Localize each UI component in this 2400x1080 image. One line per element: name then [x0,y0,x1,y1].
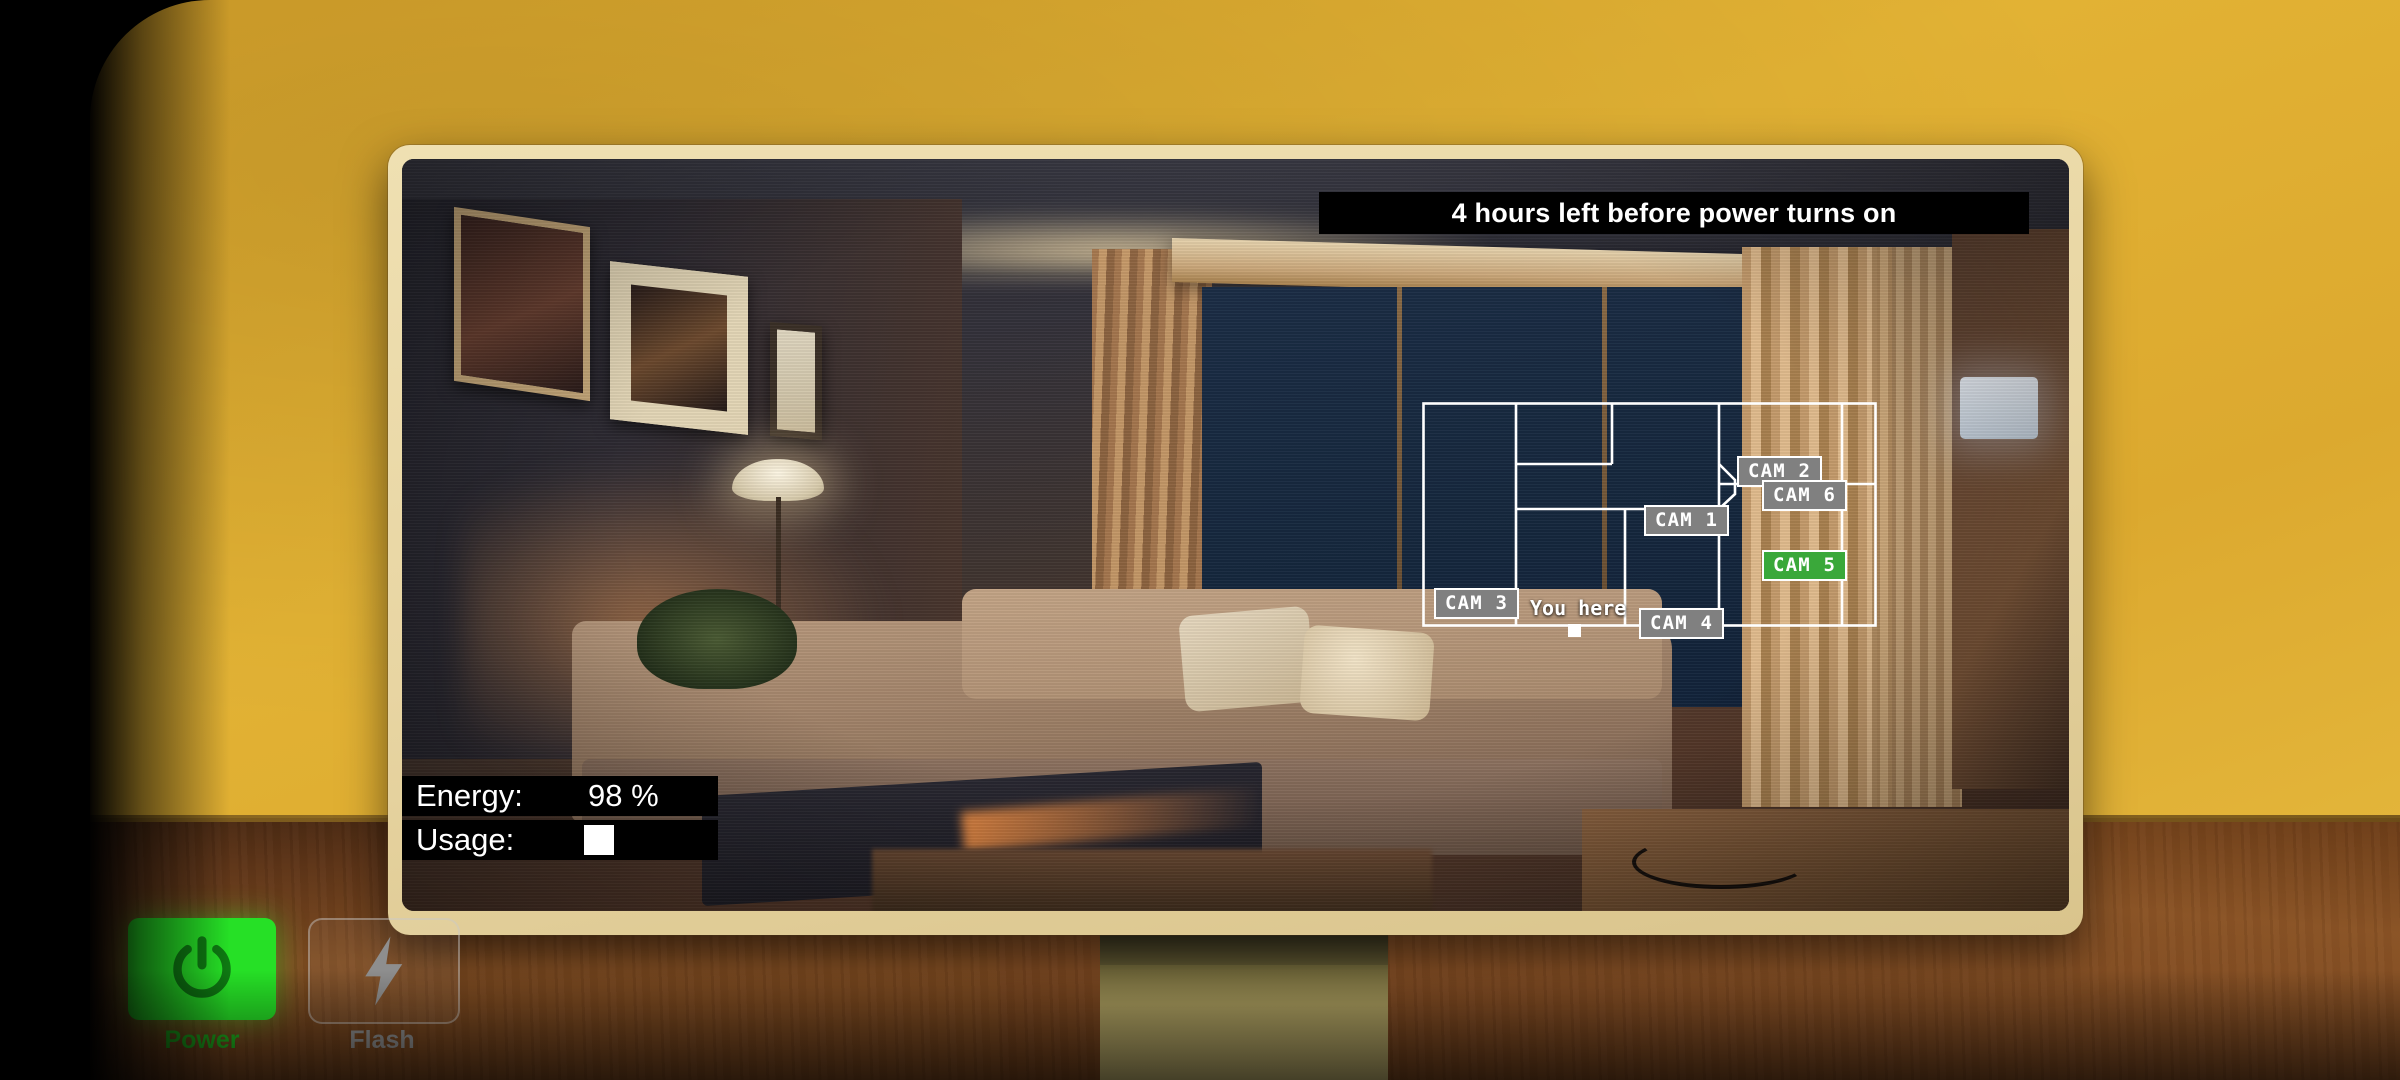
countdown-banner: 4 hours left before power turns on [1319,192,2029,234]
curtain-right-inner [1872,247,1962,807]
bottom-vignette [0,970,2400,1080]
usage-row: Usage: [402,820,718,860]
camera-label-cam-5[interactable]: CAM 5 [1762,550,1848,581]
scene-root: 4 hours left before power turns on Energ… [0,0,2400,1080]
wall-sconce [1960,377,2038,439]
area-rug [872,849,1432,911]
monitor-bezel: 4 hours left before power turns on Energ… [388,145,2083,935]
camera-label-cam-6[interactable]: CAM 6 [1762,480,1848,511]
camera-label-cam-1[interactable]: CAM 1 [1644,505,1730,536]
potted-plant [637,589,797,689]
energy-label: Energy: [416,778,523,813]
energy-value: 98 % [588,778,659,813]
monitor-screen[interactable]: 4 hours left before power turns on Energ… [402,159,2069,911]
energy-hud: Energy: 98 % Usage: [402,776,718,860]
monitor-stand-shadow [1100,935,1388,965]
usage-label: Usage: [416,822,515,857]
you-here-label: You here [1530,596,1627,620]
room-right-wall [1952,229,2069,789]
sofa-cushion-1 [1178,605,1316,713]
camera-label-cam-3[interactable]: CAM 3 [1434,588,1520,619]
camera-label-cam-4[interactable]: CAM 4 [1639,608,1725,639]
countdown-banner-text: 4 hours left before power turns on [1451,197,1897,228]
wall-picture-1 [454,206,590,402]
wall-picture-3 [770,321,822,441]
usage-meter-block [584,825,614,855]
wall-picture-2 [610,261,748,435]
sofa-cushion-2 [1299,624,1435,722]
you-here-marker [1568,624,1581,637]
energy-row: Energy: 98 % [402,776,718,816]
left-vignette [0,0,230,1080]
floor-cable [1632,835,1810,889]
